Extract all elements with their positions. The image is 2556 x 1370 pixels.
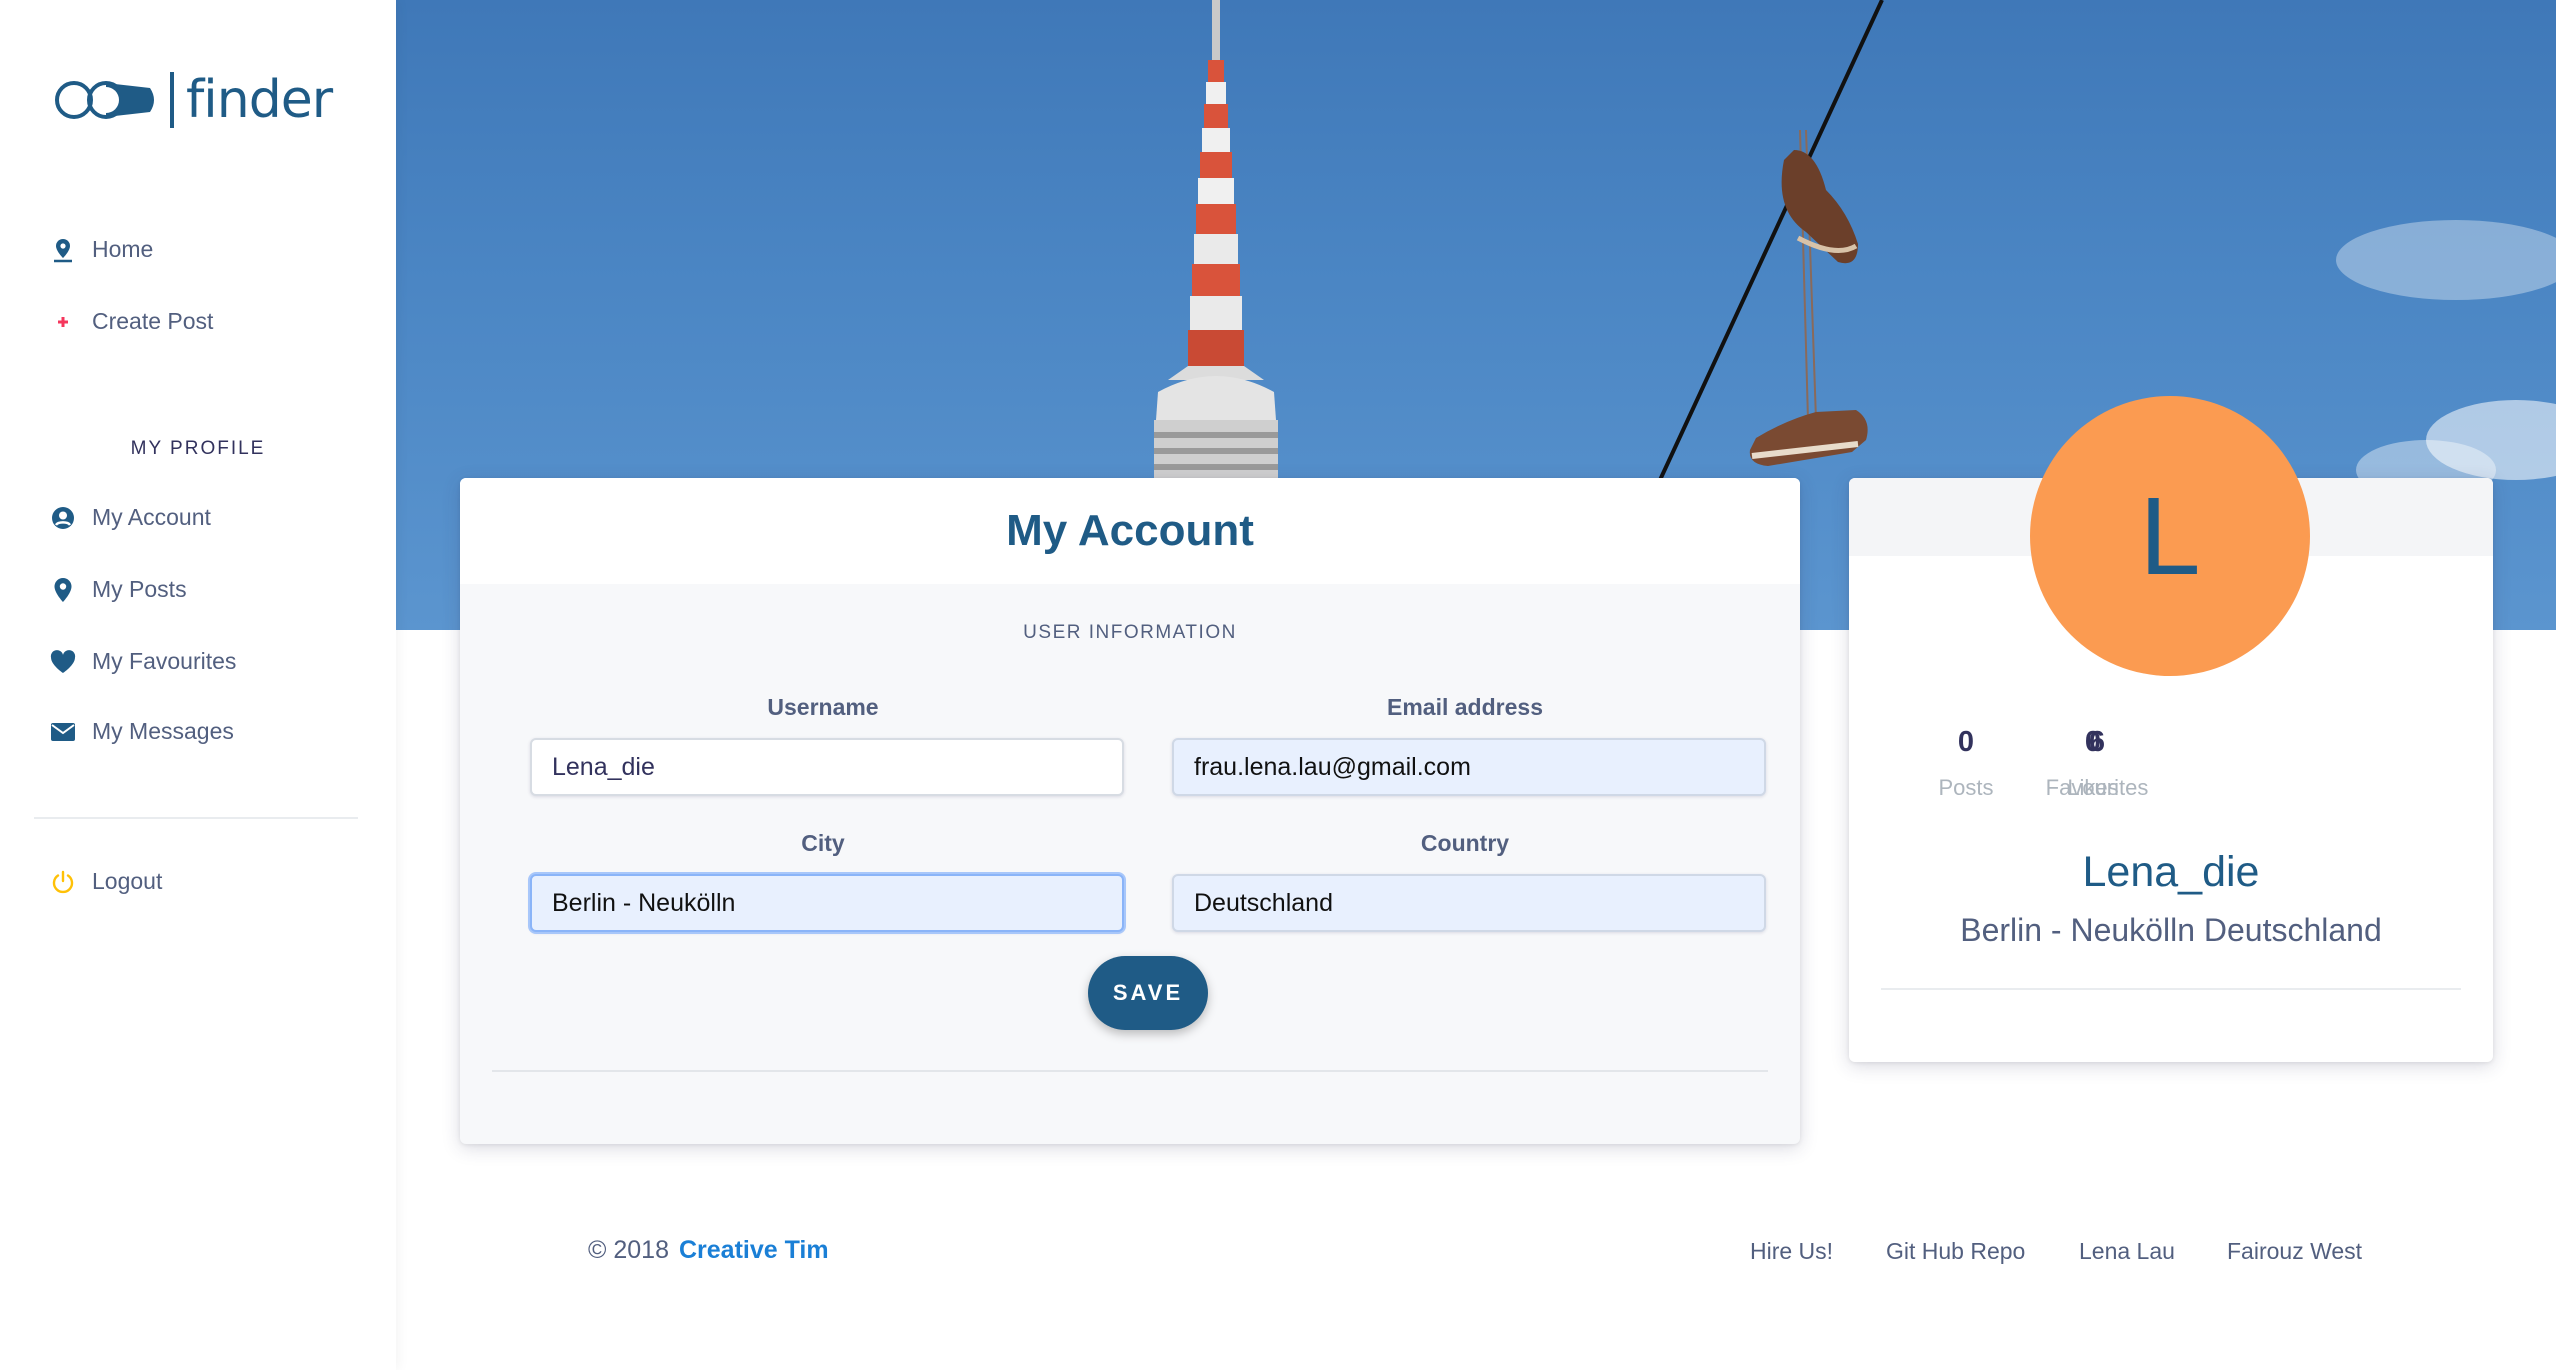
logo-text: finder: [186, 70, 333, 130]
finder-logo[interactable]: finder: [54, 70, 333, 130]
email-label: Email address: [1387, 694, 1543, 720]
sidebar-item-label: My Favourites: [92, 648, 237, 674]
avatar-initial: L: [2139, 474, 2201, 598]
country-label: Country: [1420, 830, 1510, 856]
save-button[interactable]: SAVE: [1088, 956, 1208, 1030]
avatar: L: [2030, 396, 2310, 676]
creative-tim-link[interactable]: Creative Tim: [679, 1236, 829, 1264]
my-profile-heading: MY PROFILE: [130, 438, 266, 459]
sidebar-item-logout[interactable]: Logout: [50, 868, 162, 895]
profile-card-divider: [1881, 988, 2461, 990]
heart-icon: [50, 649, 76, 675]
user-information-heading: USER INFORMATION: [1023, 622, 1237, 643]
copyright-text: © 2018: [588, 1236, 669, 1264]
tv-tower: [1154, 0, 1278, 480]
sidebar-item-label: Logout: [92, 868, 163, 894]
email-input[interactable]: [1172, 738, 1766, 796]
stat-favourites-value: 6: [2088, 726, 2106, 758]
sidebar-item-label: My Messages: [92, 718, 234, 744]
stat-favourites: 6 Favourites: [1997, 726, 2197, 801]
city-input[interactable]: [530, 874, 1124, 932]
user-circle-icon: [50, 505, 76, 531]
footer-link-fairouz-west[interactable]: Fairouz West: [2227, 1238, 2362, 1265]
username-input[interactable]: [530, 738, 1124, 796]
profile-location: Berlin - Neukölln Deutschland: [1960, 912, 2382, 948]
footer-copyright: © 2018 Creative Tim: [588, 1236, 829, 1265]
page-title: My Account: [1006, 506, 1254, 555]
power-icon: [50, 869, 76, 895]
location-pin-icon: [50, 577, 76, 603]
sidebar-item-my-posts[interactable]: My Posts: [50, 576, 187, 603]
sidebar-item-label: My Account: [92, 504, 211, 530]
sidebar-divider: [34, 817, 358, 819]
country-input[interactable]: [1172, 874, 1766, 932]
sidebar-item-my-account[interactable]: My Account: [50, 504, 211, 531]
plus-icon: [50, 309, 76, 335]
sidebar-item-label: My Posts: [92, 576, 187, 602]
my-account-card: My Account USER INFORMATION Username Ema…: [460, 478, 1800, 1144]
sidebar-item-home[interactable]: Home: [50, 236, 153, 263]
hanging-shoes: [1749, 129, 1868, 466]
footer-link-github-repo[interactable]: Git Hub Repo: [1886, 1238, 2025, 1265]
sidebar-item-my-favourites[interactable]: My Favourites: [50, 648, 236, 675]
sidebar-item-create-post[interactable]: Create Post: [50, 308, 213, 335]
envelope-icon: [50, 719, 76, 745]
sidebar: finder Home Create Post MY PROFILE My Ac…: [0, 0, 396, 1370]
profile-username: Lena_die: [2082, 848, 2260, 896]
map-pin-icon: [50, 237, 76, 263]
sidebar-item-label: Create Post: [92, 308, 214, 334]
footer-link-hire-us[interactable]: Hire Us!: [1750, 1238, 1833, 1265]
footer-link-lena-lau[interactable]: Lena Lau: [2079, 1238, 2175, 1265]
binoculars-logo-icon: [55, 81, 154, 119]
stat-favourites-label: Favourites: [2045, 775, 2149, 800]
card-divider: [492, 1070, 1768, 1072]
sidebar-item-label: Home: [92, 236, 154, 262]
logo-divider: [170, 72, 174, 128]
sidebar-item-my-messages[interactable]: My Messages: [50, 718, 234, 745]
city-label: City: [801, 830, 845, 856]
card-header: My Account: [460, 478, 1800, 584]
username-label: Username: [767, 694, 879, 720]
